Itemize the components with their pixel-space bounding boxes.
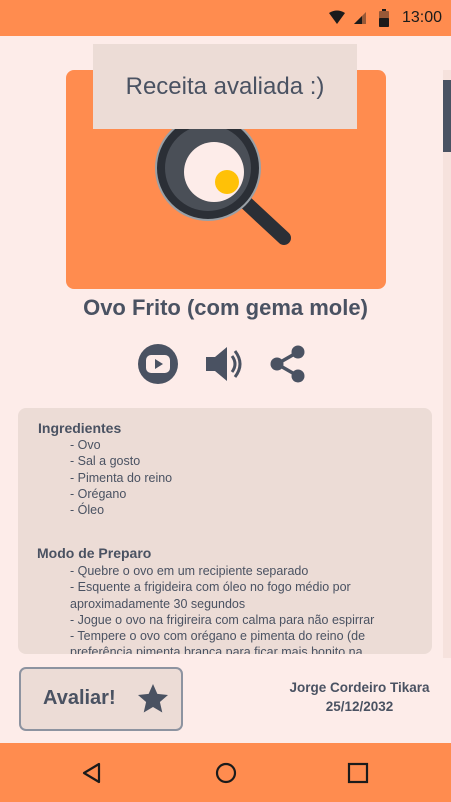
signal-icon bbox=[354, 12, 366, 24]
status-bar: 13:00 bbox=[0, 0, 451, 36]
youtube-icon[interactable] bbox=[138, 344, 178, 384]
scrollbar-thumb[interactable] bbox=[443, 80, 451, 152]
battery-icon bbox=[379, 9, 389, 27]
author-name: Jorge Cordeiro Tikara bbox=[289, 680, 430, 695]
list-item: - Esquente a frigideira com óleo no fogo… bbox=[70, 580, 351, 611]
volume-icon[interactable] bbox=[203, 344, 243, 384]
rate-button[interactable]: Avaliar! bbox=[19, 667, 183, 731]
rate-button-label: Avaliar! bbox=[43, 687, 116, 709]
recipe-actions bbox=[0, 344, 451, 384]
back-icon[interactable] bbox=[81, 762, 103, 784]
toast-message: Receita avaliada :) bbox=[93, 44, 357, 129]
recipe-title: Ovo Frito (com gema mole) bbox=[83, 295, 368, 320]
recipe-date: 25/12/2032 bbox=[325, 699, 394, 714]
clock: 13:00 bbox=[402, 9, 443, 26]
wifi-icon bbox=[329, 10, 345, 24]
share-icon[interactable] bbox=[268, 344, 308, 384]
recents-icon[interactable] bbox=[347, 762, 369, 784]
list-item: - Sal a gosto bbox=[70, 454, 141, 469]
list-item: - Orégano bbox=[70, 486, 127, 501]
list-item: - Quebre o ovo em um recipiente separado bbox=[70, 564, 309, 578]
list-item: - Pimenta do reino bbox=[70, 470, 173, 485]
list-item: - Tempere o ovo com orégano e pimenta do… bbox=[70, 629, 366, 654]
navigation-bar bbox=[0, 743, 451, 802]
ingredients-title: Ingredientes bbox=[38, 420, 122, 436]
steps-list: - Quebre o ovo em um recipiente separado… bbox=[70, 563, 390, 654]
recipe-details-card[interactable]: Ingredientes - Ovo - Sal a gosto - Pimen… bbox=[18, 408, 432, 654]
list-item: - Jogue o ovo na frigireira com calma pa… bbox=[70, 612, 375, 627]
steps-title: Modo de Preparo bbox=[37, 545, 152, 561]
list-item: - Ovo bbox=[70, 438, 101, 452]
ingredients-list: - Ovo - Sal a gosto - Pimenta do reino -… bbox=[70, 437, 390, 518]
home-icon[interactable] bbox=[215, 762, 237, 784]
star-icon bbox=[138, 684, 168, 713]
list-item: - Óleo bbox=[70, 503, 105, 518]
